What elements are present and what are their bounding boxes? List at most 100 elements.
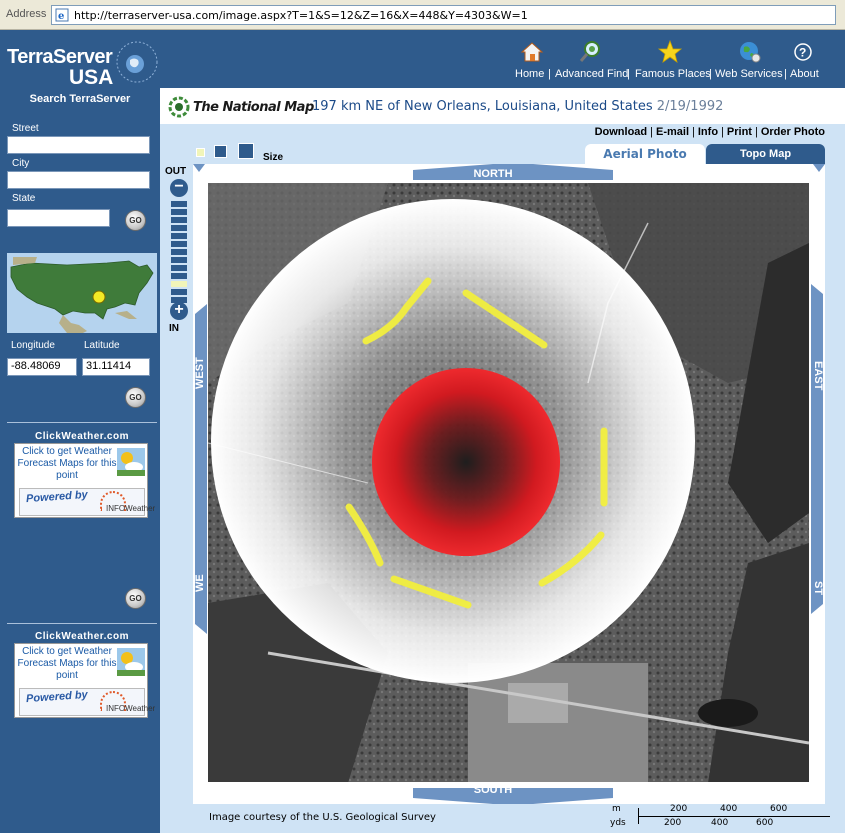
weather-sun-icon [117,448,145,476]
nav-home[interactable]: Home [512,30,552,88]
powered-by-infoweather-2[interactable]: Powered by INFOWeather [19,688,155,716]
star-icon [657,39,683,63]
action-separator: | [721,126,724,138]
nav-advanced-find-label: Advanced Find [555,68,629,80]
nav-web-services-label: Web Services [715,68,783,80]
weather-widget-1[interactable]: ClickWeather.com Click to get Weather Fo… [7,428,157,520]
size-medium-button[interactable] [214,145,227,158]
svg-text:e: e [58,11,64,22]
zoom-level-step[interactable] [171,209,187,215]
globe-icon [740,42,761,63]
top-navigation-bar: Home | Advanced Find | Famous Places | W… [160,30,845,88]
zoom-level-step[interactable] [171,273,187,279]
size-small-button[interactable] [196,148,205,157]
city-input[interactable] [7,171,150,189]
size-large-button[interactable] [238,143,254,159]
nav-web-services[interactable]: Web Services [713,30,785,88]
address-label: Address [6,8,47,20]
pan-east-button[interactable]: EAST [812,361,824,390]
weather-card[interactable]: Click to get Weather Forecast Maps for t… [14,443,155,518]
street-input[interactable] [7,136,150,154]
national-map-title[interactable]: The National Map [193,100,314,115]
zoom-level-step[interactable] [171,249,187,255]
info-link[interactable]: Info [698,126,718,138]
zoom-level-step[interactable] [171,201,187,207]
nav-separator: | [627,68,630,80]
nav-advanced-find[interactable]: Advanced Find [553,30,629,88]
print-link[interactable]: Print [727,126,752,138]
weather-link-text-2[interactable]: Click to get Weather Forecast Maps for t… [17,646,117,682]
aerial-photo-graphic [208,183,809,782]
zoom-level-step[interactable] [171,233,187,239]
nav-famous-places[interactable]: Famous Places [632,30,711,88]
main-content: The National Map 197 km NE of New Orlean… [160,88,845,833]
state-input[interactable] [7,209,110,227]
zoom-level-step[interactable] [171,241,187,247]
pan-south-button[interactable]: SOUTH [383,784,603,798]
weather-title-2: ClickWeather.com [35,631,129,642]
weather-card-2[interactable]: Click to get Weather Forecast Maps for t… [14,643,155,718]
zoom-level-step[interactable] [171,265,187,271]
longitude-input[interactable]: -88.48069 [7,358,77,376]
scale-m-200: 200 [670,804,688,814]
zoom-out-button[interactable]: − [170,179,188,197]
scale-yards-label: yds [610,818,626,828]
nav-famous-places-label: Famous Places [635,68,711,80]
zoom-level-step[interactable] [171,281,187,287]
image-date: 2/19/1992 [656,99,724,114]
pan-west-partial[interactable]: WE [194,574,206,592]
nav-separator: | [709,68,712,80]
pan-east-partial[interactable]: ST [812,581,824,595]
infoweather-label-2: INFOWeather [106,704,156,713]
pan-north-button[interactable]: NORTH [383,168,603,182]
zoom-out-label: OUT [165,166,187,177]
go-button-coords[interactable]: GO [125,387,146,408]
ie-page-icon: e [55,8,69,22]
longitude-label: Longitude [11,340,55,351]
address-url: http://terraserver-usa.com/image.aspx?T=… [74,9,528,22]
order-photo-link[interactable]: Order Photo [761,126,825,138]
scale-yds-200: 200 [664,818,682,828]
us-map-graphic [7,253,157,333]
help-icon: ? [794,43,812,61]
us-locator-map[interactable] [7,253,157,333]
zoom-in-button[interactable]: + [170,302,188,320]
map-frame: NORTH SOUTH WEST EAST WE ST [193,164,825,804]
powered-by-label-2: Powered by [25,688,89,706]
street-label: Street [12,123,39,134]
go-button-address[interactable]: GO [125,210,146,231]
action-separator: | [692,126,695,138]
scale-m-400: 400 [720,804,738,814]
zoom-level-step[interactable] [171,225,187,231]
email-link[interactable]: E-mail [656,126,689,138]
go-button-weather[interactable]: GO [125,588,146,609]
address-input[interactable]: e http://terraserver-usa.com/image.aspx?… [51,5,836,25]
nav-separator: | [784,68,787,80]
zoom-level-step[interactable] [171,257,187,263]
infoweather-label: INFOWeather [106,504,156,513]
download-link[interactable]: Download [595,126,648,138]
weather-widget-2[interactable]: ClickWeather.com Click to get Weather Fo… [7,628,157,720]
weather-link-text[interactable]: Click to get Weather Forecast Maps for t… [17,446,117,482]
tab-topo-map[interactable]: Topo Map [706,144,825,164]
action-links: Download | E-mail | Info | Print | Order Photo [595,126,825,138]
home-icon [520,42,544,62]
zoom-level-step[interactable] [171,289,187,295]
size-label: Size [263,152,284,163]
zoom-level-step[interactable] [171,217,187,223]
left-sidebar: TerraServer USA Search TerraServer Stree… [0,30,160,833]
scale-yds-600: 600 [756,818,774,828]
nav-about[interactable]: ? About [788,30,823,88]
terraserver-logo[interactable]: TerraServer USA [3,38,158,98]
latitude-input[interactable]: 31.11414 [82,358,150,376]
powered-by-infoweather[interactable]: Powered by INFOWeather [19,488,155,516]
aerial-photo-map[interactable] [208,183,809,782]
logo-text-usa: USA [69,66,114,89]
globe-logo-icon [116,41,158,83]
scale-meters-label: m [612,804,621,814]
nav-separator: | [548,68,551,80]
national-map-header: The National Map 197 km NE of New Orlean… [160,88,845,124]
pan-west-button[interactable]: WEST [194,357,206,389]
tab-aerial-photo[interactable]: Aerial Photo [585,144,705,164]
zoom-in-label: IN [169,323,179,334]
